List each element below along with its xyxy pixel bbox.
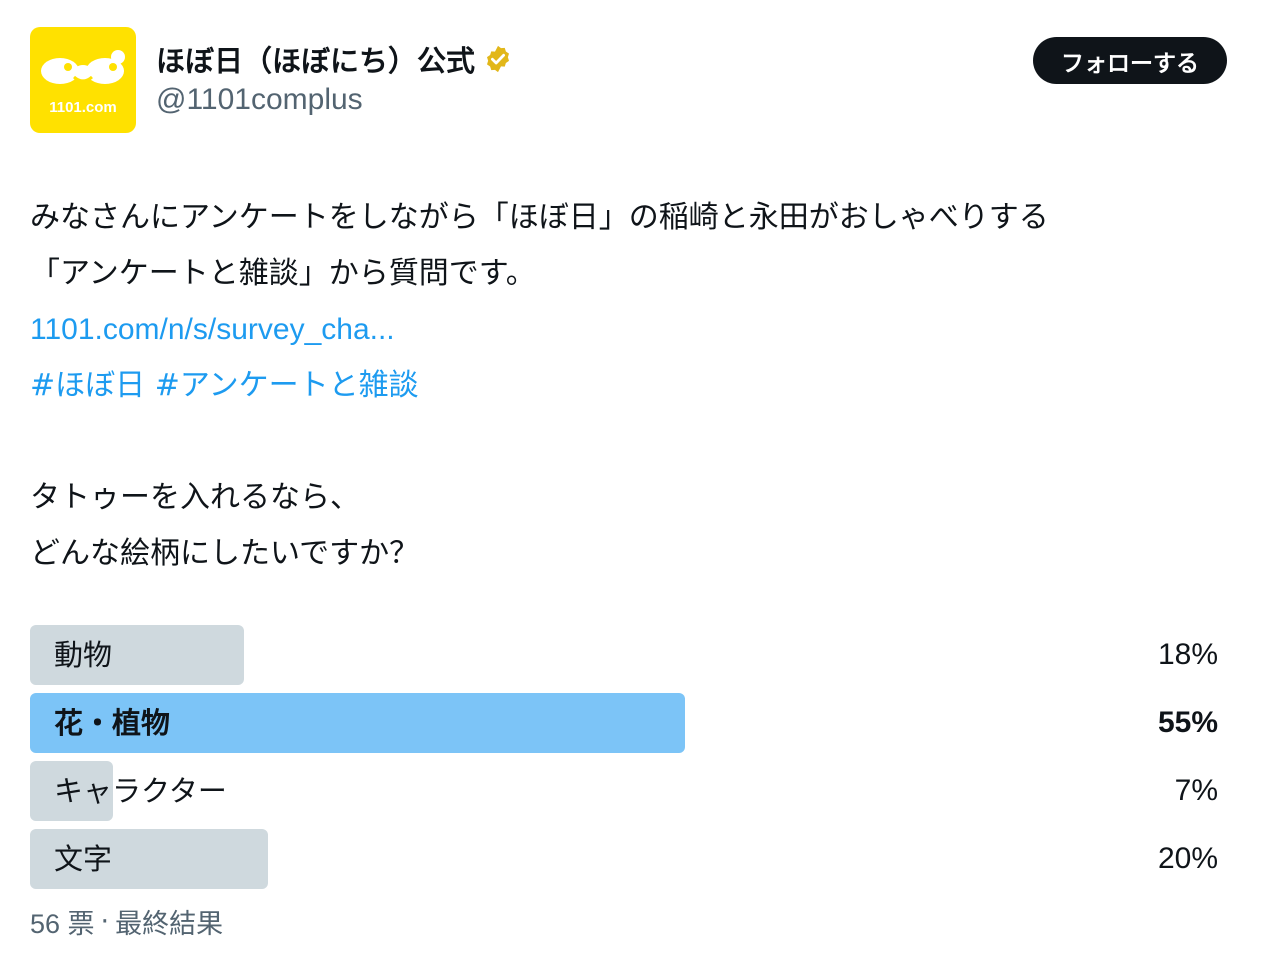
tweet-link[interactable]: 1101.com/n/s/survey_cha...	[30, 313, 395, 346]
question-line: タトゥーを入れるなら、	[30, 480, 360, 515]
hashtag-line: #ほぼ日 #アンケートと雑談	[30, 358, 1260, 414]
poll-option-percent: 55%	[1157, 706, 1218, 739]
question-line: どんな絵柄にしたいですか？	[30, 536, 420, 571]
poll-option-percent: 18%	[1157, 638, 1218, 671]
tweet-text-line: みなさんにアンケートをしながら「ほぼ日」の稲崎と永田がおしゃべりする	[30, 200, 1049, 235]
poll-option-label: 花・植物	[54, 706, 171, 740]
poll-option: 動物 18%	[30, 625, 1220, 685]
separator: ·	[100, 906, 110, 937]
poll-option-percent: 20%	[1157, 842, 1218, 875]
poll-option-label: キャラクター	[54, 774, 227, 808]
poll-status: 最終結果	[115, 909, 224, 940]
poll-option-label: 動物	[54, 638, 113, 672]
poll-option: 花・植物 55%	[30, 693, 1220, 753]
tweet-header: 1101.com ほぼ日（ほぼにち）公式 @1101complus フォローする	[30, 27, 1230, 135]
poll-option-percent: 7%	[1174, 774, 1218, 807]
poll-option: キャラクター 7%	[30, 761, 1220, 821]
hashtag-hobonichi[interactable]: #ほぼ日	[30, 368, 145, 403]
avatar[interactable]: 1101.com	[30, 27, 136, 133]
poll-option: 文字 20%	[30, 829, 1220, 889]
follow-button[interactable]: フォローする	[1033, 37, 1227, 84]
tweet-text-line: 「アンケートと雑談」から質問です。	[30, 256, 536, 291]
display-name[interactable]: ほぼ日（ほぼにち）公式	[156, 38, 475, 80]
tweet-body: みなさんにアンケートをしながら「ほぼ日」の稲崎と永田がおしゃべりする 「アンケー…	[30, 190, 1260, 582]
vote-count: 56 票	[30, 909, 95, 939]
poll-option-label: 文字	[54, 842, 113, 876]
avatar-caption: 1101.com	[49, 99, 117, 116]
poll: 動物 18% 花・植物 55% キャラクター 7% 文字 20%	[30, 625, 1220, 897]
hobonichi-logo-icon	[41, 50, 125, 84]
verified-badge-icon[interactable]	[483, 44, 513, 74]
name-line: ほぼ日（ほぼにち）公式	[156, 39, 513, 79]
tweet-link-line: 1101.com/n/s/survey_cha...	[30, 302, 1260, 358]
poll-footer: 56 票 · 最終結果	[30, 902, 223, 941]
user-handle[interactable]: @1101complus	[156, 83, 363, 117]
hashtag-survey[interactable]: #アンケートと雑談	[155, 368, 419, 403]
